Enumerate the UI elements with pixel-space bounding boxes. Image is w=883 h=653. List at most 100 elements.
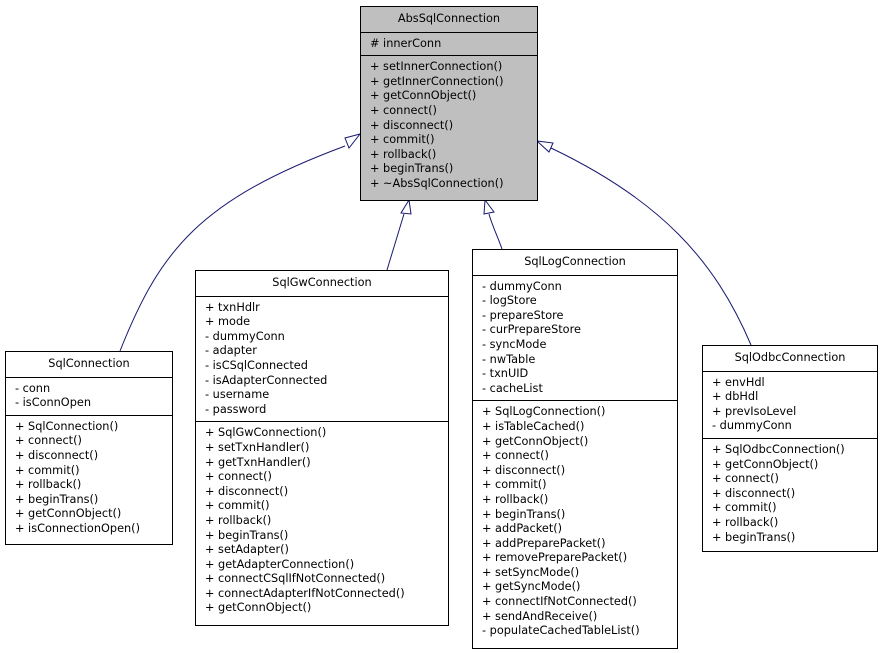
class-name: AbsSqlConnection: [361, 7, 537, 33]
operation: + commit(): [370, 133, 435, 147]
operation: + commit(): [205, 499, 270, 513]
class-sqlodbcconnection[interactable]: SqlOdbcConnection + envHdl + dbHdl + pre…: [702, 345, 878, 552]
class-name: SqlOdbcConnection: [703, 346, 877, 372]
operation: + beginTrans(): [712, 530, 796, 544]
attribute: - isConnOpen: [15, 396, 91, 410]
operation: + SqlGwConnection(): [205, 426, 327, 440]
operation: + getConnObject(): [15, 507, 122, 521]
operation: + ~AbsSqlConnection(): [370, 176, 504, 190]
operation: + beginTrans(): [482, 507, 566, 521]
attributes-section: # innerConn: [361, 33, 537, 57]
operation: + connect(): [482, 449, 549, 463]
operation: + setSyncMode(): [482, 565, 580, 579]
operation: + SqlOdbcConnection(): [712, 442, 845, 456]
attribute: - isAdapterConnected: [205, 373, 328, 387]
attributes-section: + envHdl + dbHdl + prevIsoLevel - dummyC…: [703, 372, 877, 439]
attribute: + mode: [205, 315, 251, 329]
inheritance-arrowhead-icon: [483, 198, 495, 215]
attribute: + dbHdl: [712, 390, 759, 404]
operation: + beginTrans(): [205, 528, 289, 542]
operations-section: + setInnerConnection() + getInnerConnect…: [361, 56, 537, 195]
attribute: - dummyConn: [712, 419, 792, 433]
operation: + setAdapter(): [205, 543, 289, 557]
attributes-section: - dummyConn - logStore - prepareStore - …: [473, 276, 677, 402]
operation: - populateCachedTableList(): [482, 624, 640, 638]
class-abssqlconnection[interactable]: AbsSqlConnection # innerConn + setInnerC…: [360, 6, 538, 201]
operation: + commit(): [15, 463, 80, 477]
operation: + disconnect(): [370, 118, 454, 132]
attribute: + envHdl: [712, 375, 765, 389]
operation: + rollback(): [712, 515, 779, 529]
edge-sqlgwconnection-to-abssqlconnection: [386, 198, 412, 271]
operation: + connect(): [370, 103, 437, 117]
class-sqlconnection[interactable]: SqlConnection - conn - isConnOpen + SqlC…: [5, 351, 173, 545]
operation: + connect(): [712, 472, 779, 486]
edge-line: [488, 213, 503, 250]
operations-section: + SqlConnection() + connect() + disconne…: [6, 416, 172, 541]
operation: + removePreparePacket(): [482, 551, 628, 565]
operation: + getInnerConnection(): [370, 74, 504, 88]
operation: + SqlConnection(): [15, 419, 119, 433]
operation: + rollback(): [370, 147, 437, 161]
attribute: - curPrepareStore: [482, 323, 581, 337]
operation: + addPacket(): [482, 522, 563, 536]
operation: + rollback(): [205, 513, 272, 527]
attribute: + txnHdlr: [205, 300, 260, 314]
operation: + rollback(): [482, 492, 549, 506]
operation: + setTxnHandler(): [205, 440, 310, 454]
class-sqllogconnection[interactable]: SqlLogConnection - dummyConn - logStore …: [472, 249, 678, 649]
attribute: - adapter: [205, 344, 257, 358]
attribute: - syncMode: [482, 337, 547, 351]
attribute: - prepareStore: [482, 308, 564, 322]
operation: + isTableCached(): [482, 419, 585, 433]
operation: + connect(): [15, 434, 82, 448]
inheritance-arrowhead-icon: [535, 140, 554, 153]
operation: + beginTrans(): [15, 492, 99, 506]
operation: + getTxnHandler(): [205, 455, 311, 469]
operation: + getConnObject(): [370, 89, 477, 103]
operation: + connectAdapterIfNotConnected(): [205, 586, 405, 600]
operation: + disconnect(): [205, 484, 289, 498]
attribute: + prevIsoLevel: [712, 404, 797, 418]
attribute: - logStore: [482, 294, 537, 308]
operation: + disconnect(): [712, 486, 796, 500]
edge-line: [386, 213, 405, 271]
attribute: - dummyConn: [205, 329, 285, 343]
operation: + commit(): [482, 478, 547, 492]
attribute: - password: [205, 402, 267, 416]
operation: + disconnect(): [15, 448, 99, 462]
class-diagram: AbsSqlConnection # innerConn + setInnerC…: [0, 0, 883, 653]
attribute: - conn: [15, 381, 51, 395]
class-name: SqlGwConnection: [196, 271, 448, 297]
operation: + addPreparePacket(): [482, 536, 606, 550]
attribute: - cacheList: [482, 381, 543, 395]
operation: + rollback(): [15, 478, 82, 492]
attributes-section: - conn - isConnOpen: [6, 378, 172, 416]
operation: + getConnObject(): [712, 457, 819, 471]
attribute: - username: [205, 388, 270, 402]
operation: + connect(): [205, 470, 272, 484]
class-name: SqlConnection: [6, 352, 172, 378]
attribute: - nwTable: [482, 352, 536, 366]
operation: + isConnectionOpen(): [15, 521, 140, 535]
operation: + getAdapterConnection(): [205, 557, 355, 571]
attribute: # innerConn: [370, 36, 442, 50]
operation: + commit(): [712, 501, 777, 515]
operation: + setInnerConnection(): [370, 60, 503, 74]
operation: + SqlLogConnection(): [482, 405, 606, 419]
attribute: - isCSqlConnected: [205, 358, 308, 372]
attribute: - dummyConn: [482, 279, 562, 293]
edge-sqllogconnection-to-abssqlconnection: [483, 198, 503, 250]
operation: + sendAndReceive(): [482, 609, 598, 623]
attribute: - txnUID: [482, 367, 529, 381]
operations-section: + SqlOdbcConnection() + getConnObject() …: [703, 439, 877, 549]
class-sqlgwconnection[interactable]: SqlGwConnection + txnHdlr + mode - dummy…: [195, 270, 449, 626]
class-name: SqlLogConnection: [473, 250, 677, 276]
operations-section: + SqlLogConnection() + isTableCached() +…: [473, 401, 677, 643]
operation: + connectIfNotConnected(): [482, 595, 637, 609]
operation: + getSyncMode(): [482, 580, 581, 594]
operation: + connectCSqlIfNotConnected(): [205, 572, 386, 586]
operations-section: + SqlGwConnection() + setTxnHandler() + …: [196, 422, 448, 620]
operation: + beginTrans(): [370, 162, 454, 176]
attributes-section: + txnHdlr + mode - dummyConn - adapter -…: [196, 297, 448, 423]
